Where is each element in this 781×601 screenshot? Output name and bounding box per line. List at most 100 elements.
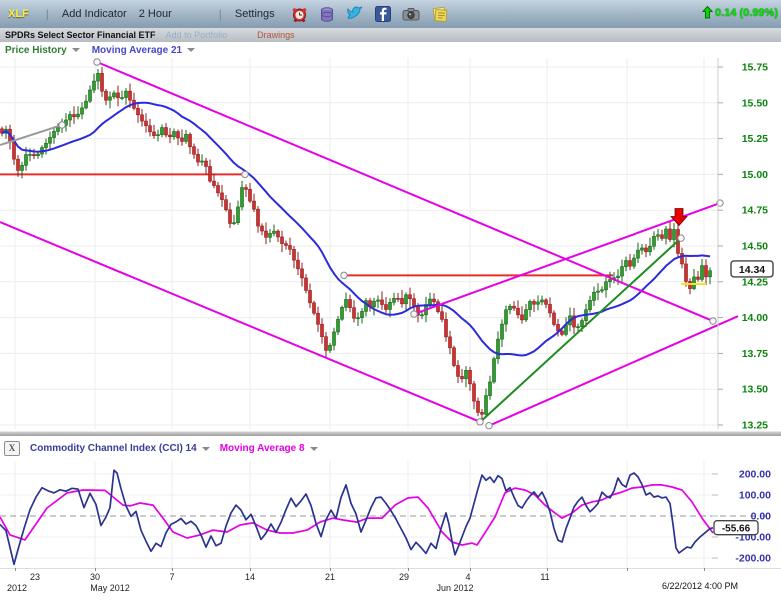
candle-down [281, 237, 284, 244]
candle-up [241, 188, 244, 207]
candle-up [161, 128, 164, 135]
candle-down [225, 200, 228, 210]
price-chart-canvas[interactable]: 15.7515.5015.2515.0014.7514.5014.2514.00… [0, 58, 781, 431]
candle-down [197, 154, 200, 162]
candle-up [589, 300, 592, 309]
drawing-anchor[interactable] [59, 122, 65, 128]
price-tick-label: 14.50 [742, 241, 768, 253]
drawing-anchor[interactable] [242, 171, 248, 177]
candle-down [413, 299, 416, 306]
drawing-anchor[interactable] [341, 272, 347, 278]
time-axis-tick [250, 568, 251, 571]
twitter-icon[interactable] [346, 6, 364, 22]
alarm-icon[interactable] [291, 6, 308, 23]
drawing-anchor[interactable] [94, 59, 100, 65]
settings-button[interactable]: Settings [235, 8, 275, 20]
candle-down [265, 231, 268, 237]
chevron-down-icon[interactable] [72, 48, 80, 52]
candle-up [361, 311, 364, 317]
candle-up [45, 143, 48, 147]
candle-up [113, 93, 116, 97]
candle-up [233, 223, 236, 224]
candle-down [229, 210, 232, 224]
candle-down [17, 159, 20, 170]
chevron-down-icon[interactable] [187, 48, 195, 52]
drawings-link[interactable]: Drawings [257, 30, 295, 40]
candle-up [389, 302, 392, 309]
cci-ma-dropdown[interactable]: Moving Average 8 [220, 443, 305, 454]
candle-up [173, 132, 176, 137]
candle-down [101, 73, 104, 91]
chevron-down-icon[interactable] [202, 447, 210, 451]
notes-icon[interactable] [431, 6, 448, 22]
candle-down [561, 331, 564, 334]
candle-down [553, 313, 556, 324]
candle-down [477, 401, 480, 412]
drawing-anchor[interactable] [477, 419, 483, 425]
chevron-down-icon[interactable] [310, 447, 318, 451]
candle-down [685, 264, 688, 282]
add-to-portfolio-link[interactable]: Add to Portfolio [166, 30, 228, 40]
price-tick-label: 13.25 [742, 420, 768, 432]
candle-down [193, 147, 196, 155]
candle-up [429, 299, 432, 305]
time-axis-tick [547, 568, 548, 571]
rising-channel-outer[interactable] [489, 316, 738, 426]
time-tick-label: 29 [399, 572, 409, 582]
candle-down [629, 261, 632, 267]
candle-up [77, 114, 80, 117]
add-indicator-button[interactable]: Add Indicator [62, 8, 127, 20]
candle-up [93, 81, 96, 90]
time-axis-tick [95, 568, 96, 571]
camera-icon[interactable] [402, 7, 420, 21]
down-arrow-annotation[interactable] [671, 209, 687, 226]
drawing-anchor[interactable] [678, 235, 684, 241]
time-axis-tick [15, 568, 16, 571]
candle-up [617, 276, 620, 278]
moving-average-dropdown[interactable]: Moving Average 21 [92, 45, 182, 56]
drawing-anchor[interactable] [486, 423, 492, 429]
time-tick-label: 23 [30, 572, 40, 582]
database-icon[interactable] [319, 6, 335, 23]
cci-chart-canvas[interactable]: 200.00100.000.00-100.00-200.00-55.66 [0, 461, 781, 568]
time-axis-tick [408, 568, 409, 571]
candle-down [457, 366, 460, 377]
time-axis: 23201230May 201271421294Jun 2012116/22/2… [0, 568, 781, 601]
interval-value: 2 Hour [139, 8, 172, 20]
candle-down [325, 337, 328, 351]
candle-up [69, 115, 72, 120]
candle-up [125, 91, 128, 97]
candle-up [465, 370, 468, 378]
price-history-dropdown[interactable]: Price History [5, 45, 67, 56]
time-tick-label: 30 [90, 572, 100, 582]
candle-up [329, 345, 332, 350]
price-tick-label: 14.75 [742, 205, 768, 217]
candle-down [481, 412, 484, 414]
candle-up [81, 108, 84, 114]
candle-down [221, 193, 224, 200]
candle-down [301, 269, 304, 278]
candle-up [493, 359, 496, 382]
facebook-icon[interactable] [375, 6, 391, 22]
interval-dropdown[interactable]: 2 Hour [139, 8, 206, 20]
candle-up [601, 290, 604, 291]
cci-tick-label: 200.00 [739, 469, 771, 481]
close-pane-button[interactable]: X [4, 441, 20, 456]
candle-down [313, 303, 316, 313]
candle-down [73, 115, 76, 117]
candle-down [453, 348, 456, 366]
price-tick-label: 14.25 [742, 276, 768, 288]
candle-up [665, 229, 668, 238]
candle-down [209, 166, 212, 181]
drawing-anchor[interactable] [710, 318, 716, 324]
candle-up [537, 302, 540, 304]
candle-up [701, 266, 704, 280]
candle-up [273, 231, 276, 233]
price-tick-label: 15.50 [742, 97, 768, 109]
cci-indicator-dropdown[interactable]: Commodity Channel Index (CCI) 14 [30, 443, 197, 454]
candle-up [657, 235, 660, 237]
drawing-anchor[interactable] [411, 311, 417, 317]
candle-up [185, 134, 188, 141]
candle-up [201, 161, 204, 162]
price-tick-label: 15.00 [742, 169, 768, 181]
